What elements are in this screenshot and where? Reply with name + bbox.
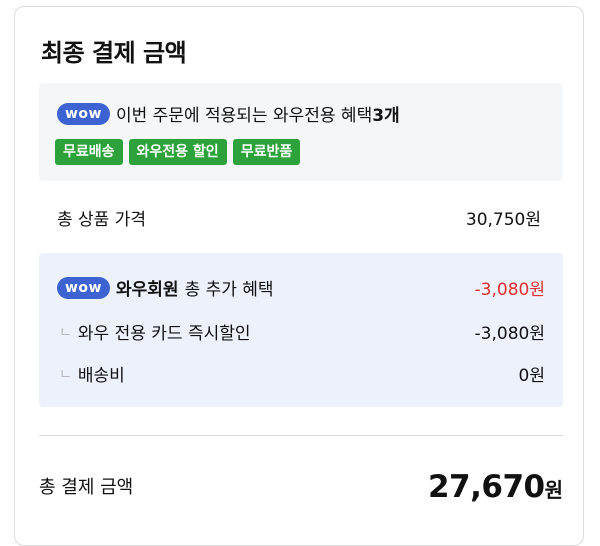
wow-benefit-summary: wow 이번 주문에 적용되는 와우전용 혜택 3개 무료배송 와우전용 할인 … xyxy=(39,83,563,181)
tag-free-return: 무료반품 xyxy=(232,139,301,165)
card-discount-label: 와우 전용 카드 즉시할인 xyxy=(77,324,251,344)
total-product-price-label: 총 상품 가격 xyxy=(57,210,147,230)
total-product-price-value: 30,750원 xyxy=(465,210,541,230)
wow-benefit-label: 총 추가 혜택 xyxy=(184,280,274,300)
tag-free-shipping: 무료배송 xyxy=(55,139,123,165)
wow-member-benefit-section: wow 와우회원 총 추가 혜택 -3,080원 ㄴ 와우 전용 카드 즉시할인… xyxy=(39,253,563,407)
final-payment-label: 총 결제 금액 xyxy=(39,477,134,498)
card-discount-row: ㄴ 와우 전용 카드 즉시할인 -3,080원 xyxy=(57,319,545,344)
wow-badge: wow xyxy=(57,102,110,125)
sub-item-mark: ㄴ xyxy=(59,324,72,341)
final-payment-amount-wrap: 27,670원 xyxy=(428,469,563,505)
wow-member-label: 와우회원 xyxy=(116,280,179,300)
shipping-fee-value: 0원 xyxy=(518,366,545,386)
final-payment-amount: 27,670 xyxy=(427,469,545,505)
shipping-fee-row: ㄴ 배송비 0원 xyxy=(57,361,545,386)
benefit-tags: 무료배송 와우전용 할인 무료반품 xyxy=(55,139,301,165)
page-title: 최종 결제 금액 xyxy=(41,39,187,67)
wow-benefit-total-row: wow 와우회원 총 추가 혜택 -3,080원 xyxy=(57,275,545,300)
benefit-text: 이번 주문에 적용되는 와우전용 혜택 xyxy=(116,106,373,126)
final-payment-unit: 원 xyxy=(544,478,563,502)
wow-badge: wow xyxy=(57,276,110,299)
shipping-fee-label: 배송비 xyxy=(77,366,125,386)
total-product-price-row: 총 상품 가격 30,750원 xyxy=(57,205,541,230)
card-discount-value: -3,080원 xyxy=(474,324,545,344)
wow-benefit-value: -3,080원 xyxy=(474,280,545,300)
final-payment-row: 총 결제 금액 27,670원 xyxy=(39,469,563,505)
benefit-header: wow 이번 주문에 적용되는 와우전용 혜택 3개 xyxy=(57,101,400,126)
payment-summary-card: 최종 결제 금액 wow 이번 주문에 적용되는 와우전용 혜택 3개 무료배송… xyxy=(14,6,584,546)
benefit-count: 3개 xyxy=(372,106,400,126)
sub-item-mark: ㄴ xyxy=(59,366,72,383)
divider xyxy=(39,435,563,436)
tag-wow-discount: 와우전용 할인 xyxy=(128,139,227,165)
